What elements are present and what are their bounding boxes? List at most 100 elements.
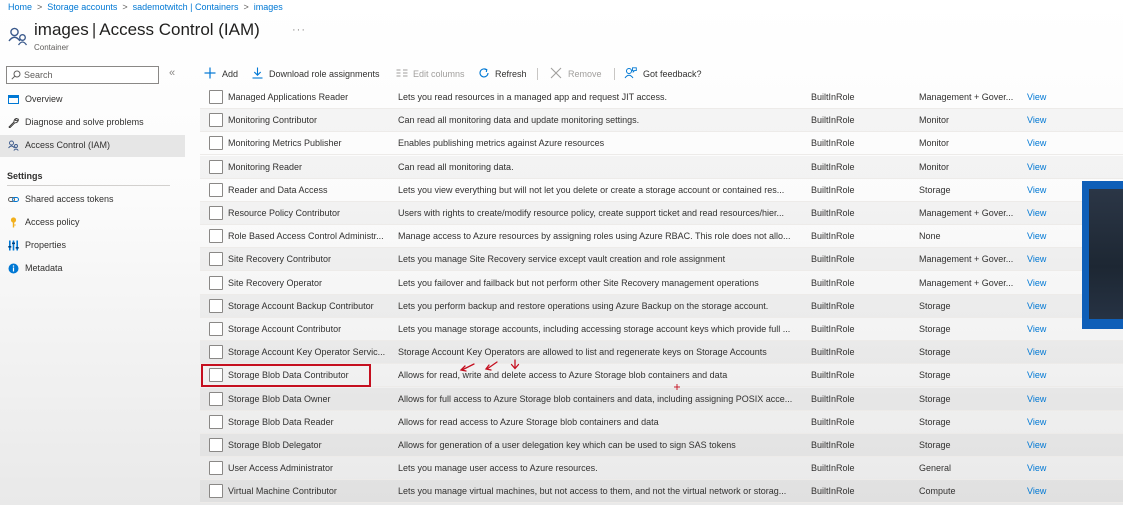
remove-label: Remove bbox=[568, 69, 602, 79]
view-link[interactable]: View bbox=[1027, 231, 1067, 241]
row-checkbox[interactable] bbox=[209, 90, 223, 104]
view-link[interactable]: View bbox=[1027, 162, 1067, 172]
role-name: Managed Applications Reader bbox=[228, 92, 349, 102]
breadcrumb-storage-accounts[interactable]: Storage accounts bbox=[47, 2, 117, 12]
row-checkbox[interactable] bbox=[209, 438, 223, 452]
role-description: Lets you manage user access to Azure res… bbox=[398, 463, 598, 474]
table-row[interactable]: Resource Policy Contributor Users with ri… bbox=[200, 202, 1123, 225]
row-checkbox[interactable] bbox=[209, 252, 223, 267]
sidebar-item-properties[interactable]: Properties bbox=[0, 235, 185, 257]
role-name: Storage Blob Data Owner bbox=[228, 393, 331, 404]
view-link[interactable]: View bbox=[1027, 347, 1067, 357]
table-row[interactable]: Site Recovery Contributor Lets you manage… bbox=[200, 248, 1123, 272]
table-row[interactable]: Site Recovery Operator Lets you failover … bbox=[200, 272, 1123, 295]
row-checkbox[interactable] bbox=[209, 182, 223, 197]
view-link[interactable]: View bbox=[1027, 417, 1067, 427]
sidebar-item-label: Diagnose and solve problems bbox=[25, 117, 144, 127]
row-checkbox[interactable] bbox=[209, 322, 223, 336]
view-link[interactable]: View bbox=[1027, 92, 1067, 102]
role-description: Allows for full access to Azure Storage … bbox=[398, 393, 793, 404]
collapse-sidebar-icon[interactable]: « bbox=[169, 67, 175, 79]
view-link[interactable]: View bbox=[1027, 115, 1067, 125]
role-description: Enables publishing metrics against Azure… bbox=[398, 138, 605, 149]
table-row[interactable]: Reader and Data Access Lets you view ever… bbox=[200, 179, 1123, 202]
view-link[interactable]: View bbox=[1027, 394, 1067, 404]
table-row[interactable]: Monitoring Metrics Publisher Enables publ… bbox=[200, 132, 1123, 156]
row-checkbox[interactable] bbox=[209, 229, 223, 244]
view-link[interactable]: View bbox=[1027, 440, 1067, 450]
view-link[interactable]: View bbox=[1027, 370, 1067, 380]
row-checkbox[interactable] bbox=[209, 368, 223, 383]
table-row[interactable]: Monitoring Reader Can read all monitoring… bbox=[200, 156, 1123, 179]
table-row[interactable]: Storage Account Backup Contributor Lets y… bbox=[200, 295, 1123, 318]
table-row[interactable]: Storage Blob Data Reader Allows for read … bbox=[200, 411, 1123, 434]
row-checkbox[interactable] bbox=[209, 484, 223, 499]
view-link[interactable]: View bbox=[1027, 208, 1067, 218]
view-link[interactable]: View bbox=[1027, 254, 1067, 264]
feedback-label: Got feedback? bbox=[643, 69, 702, 79]
role-type: BuiltInRole bbox=[811, 231, 855, 242]
breadcrumb-home[interactable]: Home bbox=[8, 2, 32, 12]
view-link[interactable]: View bbox=[1027, 138, 1067, 148]
view-link[interactable]: View bbox=[1027, 324, 1067, 334]
row-checkbox[interactable] bbox=[209, 414, 223, 429]
sidebar-item-access-policy[interactable]: Access policy bbox=[0, 212, 185, 234]
role-description: Storage Account Key Operators are allowe… bbox=[398, 347, 767, 358]
breadcrumb-images[interactable]: images bbox=[254, 2, 283, 12]
view-link[interactable]: View bbox=[1027, 185, 1067, 195]
role-type: BuiltInRole bbox=[811, 138, 855, 149]
table-row[interactable]: Storage Blob Delegator Allows for generat… bbox=[200, 434, 1123, 457]
sidebar-item-overview[interactable]: Overview bbox=[0, 89, 185, 111]
row-checkbox[interactable] bbox=[209, 136, 223, 151]
info-icon bbox=[8, 263, 19, 274]
role-type: BuiltInRole bbox=[811, 92, 855, 102]
view-link[interactable]: View bbox=[1027, 486, 1067, 496]
sidebar-search[interactable] bbox=[6, 66, 159, 84]
table-row[interactable]: Virtual Machine Contributor Lets you mana… bbox=[200, 480, 1123, 504]
sidebar-item-metadata[interactable]: Metadata bbox=[0, 258, 185, 280]
sidebar-item-shared-access-tokens[interactable]: Shared access tokens bbox=[0, 189, 185, 211]
sidebar-item-access-control[interactable]: Access Control (IAM) bbox=[0, 135, 185, 157]
role-category: Storage bbox=[919, 347, 951, 358]
table-row[interactable]: Storage Blob Data Contributor Allows for … bbox=[200, 364, 1123, 388]
webcam-frame bbox=[1089, 189, 1123, 319]
row-checkbox[interactable] bbox=[209, 159, 223, 174]
role-description: Allows for read, write and delete access… bbox=[398, 370, 728, 381]
add-label: Add bbox=[222, 69, 239, 79]
role-description: Manage access to Azure resources by assi… bbox=[398, 231, 791, 242]
view-link[interactable]: View bbox=[1027, 278, 1067, 288]
table-row[interactable]: Monitoring Contributor Can read all monit… bbox=[200, 109, 1123, 133]
role-description: Allows for generation of a user delegati… bbox=[398, 440, 736, 450]
role-name: Site Recovery Contributor bbox=[228, 254, 332, 265]
table-row[interactable]: User Access Administrator Lets you manage… bbox=[200, 457, 1123, 481]
table-row[interactable]: Storage Blob Data Owner Allows for full a… bbox=[200, 388, 1123, 411]
role-type: BuiltInRole bbox=[811, 486, 855, 497]
table-row[interactable]: Managed Applications Reader Lets you read… bbox=[200, 86, 1123, 109]
role-description: Lets you failover and failback but not p… bbox=[398, 277, 759, 288]
row-checkbox[interactable] bbox=[209, 298, 223, 313]
role-category: Storage bbox=[919, 393, 951, 404]
row-checkbox[interactable] bbox=[209, 275, 223, 290]
sidebar-item-diagnose[interactable]: Diagnose and solve problems bbox=[0, 112, 185, 134]
settings-heading: Settings bbox=[7, 171, 43, 181]
search-input[interactable] bbox=[24, 68, 154, 82]
role-type: BuiltInRole bbox=[811, 161, 855, 172]
breadcrumb-containers[interactable]: sademotwitch | Containers bbox=[133, 2, 239, 12]
view-link[interactable]: View bbox=[1027, 463, 1067, 473]
feedback-icon bbox=[624, 67, 637, 79]
role-category: Storage bbox=[919, 300, 951, 311]
table-row[interactable]: Storage Account Key Operator Servic... St… bbox=[200, 341, 1123, 365]
view-link[interactable]: View bbox=[1027, 301, 1067, 311]
row-checkbox[interactable] bbox=[209, 345, 223, 360]
row-checkbox[interactable] bbox=[209, 113, 223, 128]
table-row[interactable]: Storage Account Contributor Lets you mana… bbox=[200, 318, 1123, 341]
row-checkbox[interactable] bbox=[209, 461, 223, 476]
row-checkbox[interactable] bbox=[209, 206, 223, 220]
edit-columns-label: Edit columns bbox=[413, 69, 465, 79]
role-description: Lets you read resources in a managed app… bbox=[398, 92, 667, 102]
row-checkbox[interactable] bbox=[209, 391, 223, 406]
more-options-icon[interactable]: ··· bbox=[292, 24, 306, 36]
role-type: BuiltInRole bbox=[811, 208, 855, 218]
table-row[interactable]: Role Based Access Control Administr... Ma… bbox=[200, 225, 1123, 249]
divider bbox=[7, 185, 170, 186]
